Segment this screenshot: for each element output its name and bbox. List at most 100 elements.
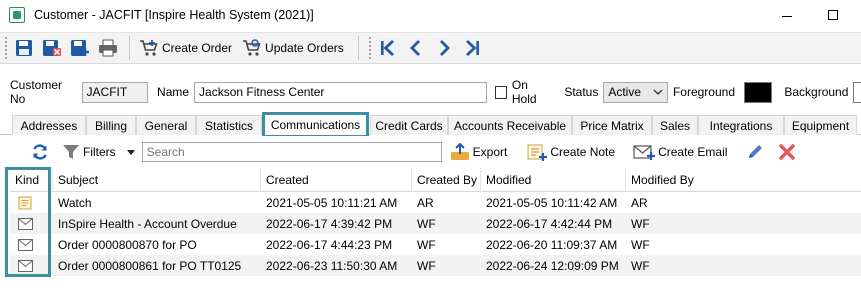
toolbar-separator [129, 36, 130, 60]
column-header-created[interactable]: Created [261, 168, 412, 192]
cart-icon [140, 40, 158, 56]
tab-credit-cards[interactable]: Credit Cards [370, 115, 448, 135]
tab-price-matrix[interactable]: Price Matrix [572, 115, 652, 135]
pencil-icon [749, 145, 763, 158]
on-hold-checkbox[interactable] [494, 85, 507, 99]
edit-button[interactable] [743, 140, 767, 164]
filters-label: Filters [83, 145, 116, 159]
subject-cell: InSpire Health - Account Overdue [58, 216, 237, 231]
table-row[interactable]: Order 0000800861 for PO TT0125 2022-06-2… [10, 255, 861, 276]
modified-by-cell: AR [631, 195, 648, 210]
customer-no-field[interactable]: JACFIT [81, 81, 149, 103]
first-record-button[interactable] [376, 36, 400, 60]
modified-cell: 2022-06-24 12:09:09 PM [486, 258, 619, 273]
modified-cell: 2022-06-17 4:42:44 PM [486, 216, 613, 231]
next-record-button[interactable] [432, 36, 456, 60]
previous-record-button[interactable] [404, 36, 428, 60]
column-header-modified[interactable]: Modified [481, 168, 626, 192]
kind-cell [10, 192, 53, 213]
grid-header: Kind Subject Created Created By Modified… [10, 168, 861, 192]
column-header-subject[interactable]: Subject [53, 168, 261, 192]
title-bar: Customer - JACFIT [Inspire Health System… [0, 0, 861, 30]
minimize-button[interactable] [764, 0, 810, 30]
tab-addresses[interactable]: Addresses [12, 115, 86, 135]
modified-by-cell: WF [631, 216, 650, 231]
tab-integrations[interactable]: Integrations [698, 115, 784, 135]
save-close-icon [43, 40, 61, 56]
window-title: Customer - JACFIT [Inspire Health System… [34, 8, 314, 22]
tab-billing[interactable]: Billing [86, 115, 136, 135]
name-label: Name [157, 85, 190, 99]
maximize-button[interactable] [810, 0, 856, 30]
tab-equipment[interactable]: Equipment [784, 115, 857, 135]
name-field[interactable]: Jackson Fitness Center [194, 81, 487, 103]
modified-cell: 2022-06-20 11:09:37 AM [486, 237, 618, 252]
customer-header: Customer No JACFIT Name Jackson Fitness … [0, 78, 861, 106]
delete-button[interactable] [775, 140, 799, 164]
create-note-icon [527, 144, 548, 161]
subject-cell: Order 0000800870 for PO [58, 237, 197, 252]
delete-icon [779, 144, 796, 160]
customer-icon [9, 7, 25, 23]
tab-statistics[interactable]: Statistics [196, 115, 262, 135]
tab-sales[interactable]: Sales [652, 115, 698, 135]
tab-bar: Addresses Billing General Statistics Com… [0, 112, 861, 136]
chevron-right-icon [439, 40, 450, 56]
email-icon [18, 259, 33, 272]
filters-button[interactable]: Filters [58, 140, 140, 164]
created-by-cell: WF [417, 237, 436, 252]
export-button[interactable]: Export [446, 140, 512, 164]
email-icon [18, 238, 33, 251]
last-icon [465, 39, 479, 57]
communications-toolbar: Filters Export Create Note Create Email [0, 137, 861, 167]
search-input[interactable] [141, 142, 442, 162]
update-orders-label: Update Orders [265, 41, 344, 55]
create-order-button[interactable]: Create Order [135, 36, 236, 60]
status-select[interactable]: Active [603, 81, 668, 103]
create-note-label: Create Note [550, 145, 616, 159]
modified-by-cell: WF [631, 258, 650, 273]
status-value: Active [608, 85, 642, 99]
minimize-icon [782, 15, 792, 17]
table-row[interactable]: InSpire Health - Account Overdue 2022-06… [10, 213, 861, 234]
column-header-created-by[interactable]: Created By [412, 168, 481, 192]
toolbar-grip[interactable] [367, 36, 372, 60]
table-row[interactable]: Order 0000800870 for PO 2022-06-17 4:44:… [10, 234, 861, 255]
toolbar-separator [357, 36, 359, 60]
print-button[interactable] [96, 36, 120, 60]
cart-update-icon [243, 39, 261, 56]
create-note-button[interactable]: Create Note [523, 140, 619, 164]
save-close-button[interactable] [40, 36, 64, 60]
create-order-label: Create Order [162, 41, 233, 55]
update-orders-button[interactable]: Update Orders [238, 36, 348, 60]
save-new-button[interactable] [68, 36, 92, 60]
table-row[interactable]: Watch 2021-05-05 10:11:21 AM AR 2021-05-… [10, 192, 861, 213]
refresh-button[interactable] [28, 140, 52, 164]
customer-no-label: Customer No [10, 78, 63, 106]
tab-accounts-receivable[interactable]: Accounts Receivable [448, 115, 572, 135]
create-email-label: Create Email [658, 145, 728, 159]
column-header-modified-by[interactable]: Modified By [626, 168, 861, 192]
background-label: Background [784, 85, 849, 99]
subject-cell: Order 0000800861 for PO TT0125 [58, 258, 242, 273]
kind-cell [10, 234, 53, 255]
funnel-icon [63, 145, 79, 159]
refresh-icon [33, 144, 47, 160]
communications-grid: Kind Subject Created Created By Modified… [10, 168, 861, 308]
save-button[interactable] [12, 36, 36, 60]
foreground-color-swatch[interactable] [744, 81, 773, 103]
tab-communications[interactable]: Communications [262, 112, 369, 136]
subject-cell: Watch [58, 195, 92, 210]
toolbar-grip[interactable] [4, 36, 8, 60]
status-label: Status [564, 85, 599, 99]
chevron-down-icon [653, 89, 663, 95]
create-email-button[interactable]: Create Email [629, 140, 731, 164]
on-hold-label: On Hold [511, 78, 537, 106]
created-by-cell: AR [417, 195, 434, 210]
modified-cell: 2021-05-05 10:11:42 AM [486, 195, 618, 210]
tab-general[interactable]: General [136, 115, 196, 135]
background-color-swatch[interactable] [853, 81, 861, 103]
last-record-button[interactable] [460, 36, 484, 60]
save-new-icon [71, 40, 89, 56]
column-header-kind[interactable]: Kind [10, 168, 53, 192]
